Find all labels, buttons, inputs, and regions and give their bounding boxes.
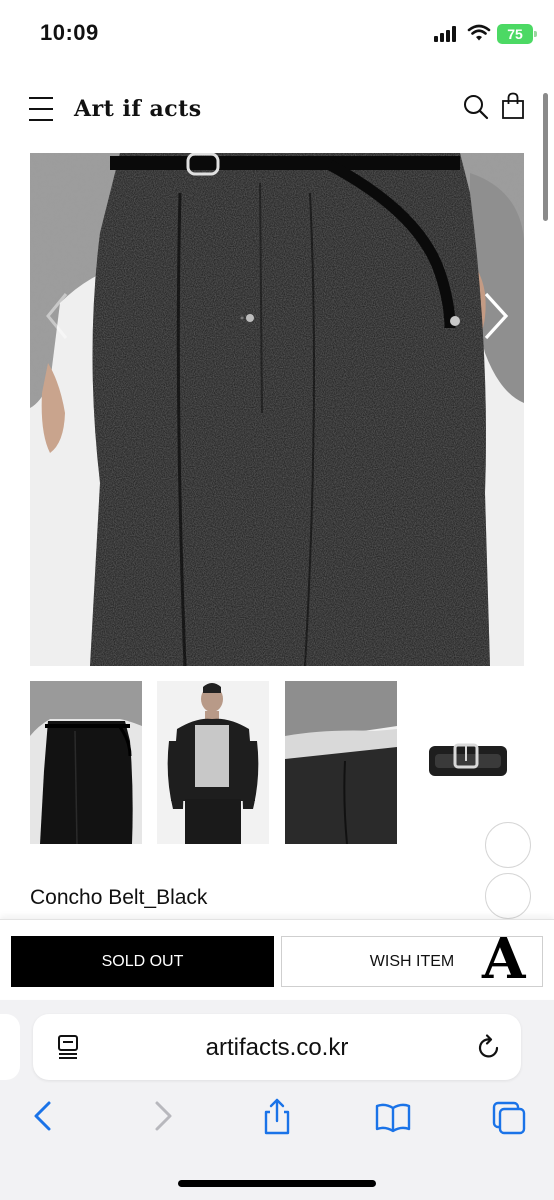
search-icon[interactable]	[462, 93, 490, 121]
thumbnail-trousers-front[interactable]	[30, 681, 142, 844]
tabs-icon[interactable]	[491, 1096, 527, 1136]
shopping-bag-icon[interactable]	[501, 92, 525, 120]
brand-badge-logo[interactable]: A	[482, 931, 525, 987]
site-header: Art if acts	[0, 78, 554, 142]
previous-tab-preview[interactable]	[0, 1014, 20, 1080]
address-bar[interactable]: artifacts.co.kr	[33, 1014, 521, 1080]
product-title: Concho Belt_Black	[30, 886, 208, 909]
product-main-image[interactable]	[30, 153, 524, 666]
floating-circle-button[interactable]	[485, 873, 531, 919]
wifi-icon	[467, 24, 491, 41]
thumbnail-belt[interactable]	[413, 681, 525, 844]
forward-icon[interactable]	[145, 1096, 181, 1136]
status-time: 10:09	[40, 20, 99, 45]
purchase-action-bar: SOLD OUT WISH ITEM	[0, 919, 554, 999]
chevron-right-icon[interactable]	[480, 290, 514, 342]
reload-icon[interactable]	[476, 1033, 502, 1061]
site-logo[interactable]: Art if acts	[74, 96, 202, 122]
sold-out-button[interactable]: SOLD OUT	[11, 936, 274, 987]
bookmarks-icon[interactable]	[375, 1096, 411, 1136]
chevron-left-icon[interactable]	[42, 290, 72, 342]
page-scrollbar[interactable]	[543, 93, 548, 221]
home-indicator[interactable]	[178, 1180, 376, 1187]
battery-icon: 75	[497, 24, 537, 44]
cellular-signal-icon	[434, 26, 460, 42]
share-icon[interactable]	[259, 1096, 295, 1136]
thumbnail-model-jacket[interactable]	[157, 681, 269, 844]
hamburger-menu-icon[interactable]	[29, 97, 53, 123]
url-text[interactable]: artifacts.co.kr	[33, 1034, 521, 1062]
back-icon[interactable]	[25, 1096, 61, 1136]
status-bar: 10:09 75	[0, 0, 554, 70]
thumbnail-waist-closeup[interactable]	[285, 681, 397, 844]
floating-circle-button[interactable]	[485, 822, 531, 868]
